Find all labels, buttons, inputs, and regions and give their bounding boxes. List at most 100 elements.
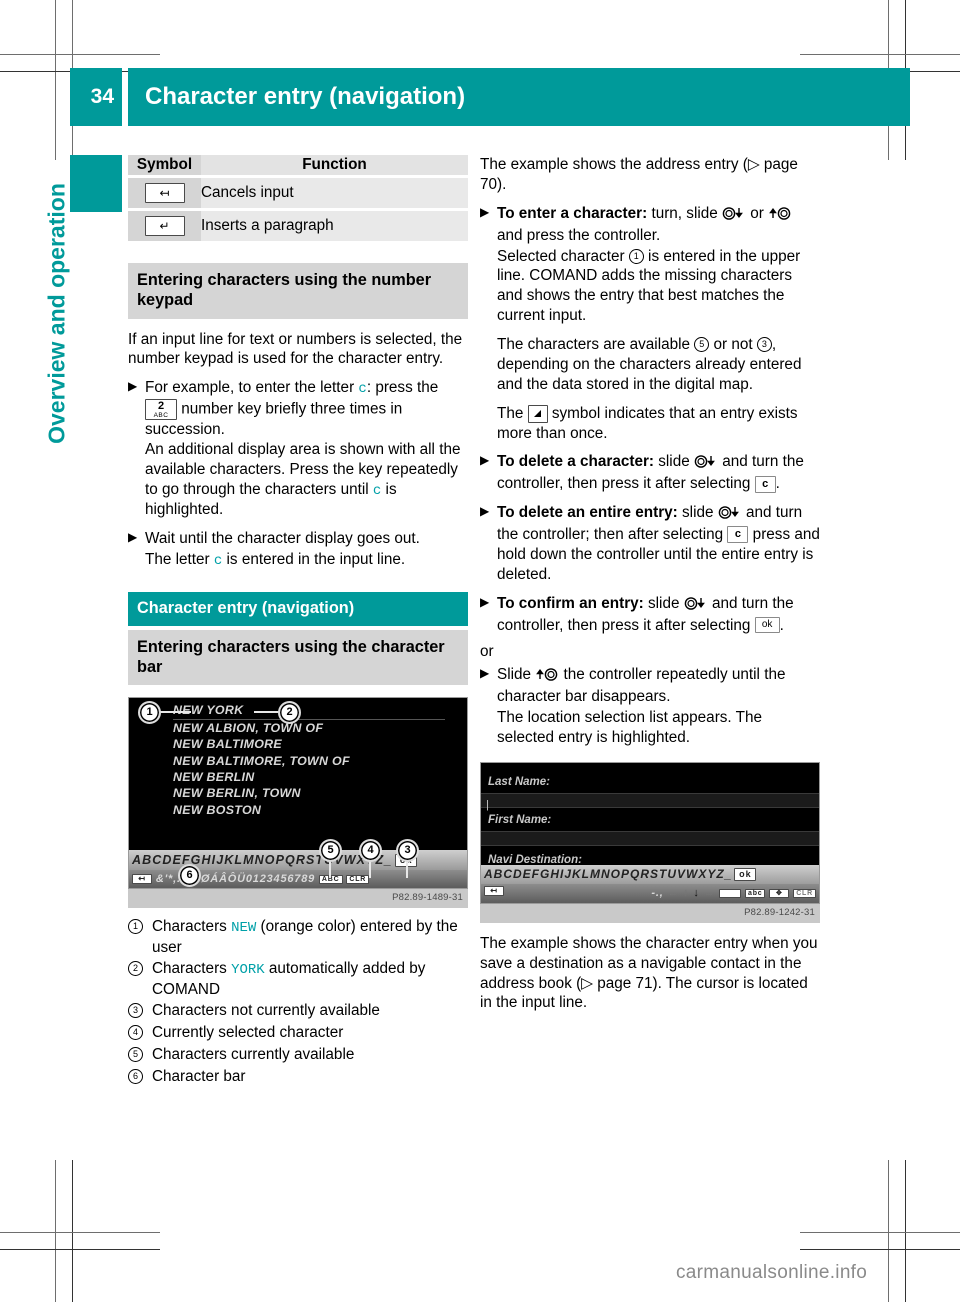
first-name-input[interactable] (481, 830, 819, 846)
comand-location-list-screenshot: NEW YORK NEW ALBION, TOWN OF NEW BALTIMO… (128, 697, 468, 909)
bullet-text: . (775, 475, 780, 493)
cancel-input-icon: ↤ (144, 182, 185, 203)
crop-mark-top-left-h (0, 54, 160, 55)
ok-key-icon[interactable]: ok (734, 868, 757, 882)
bullet-arrow-icon: ▶ (480, 453, 490, 468)
text-cursor: | (486, 798, 489, 811)
character-bar-letters: ABCDEFGHIJKLMNOPQRSTUVWXYZ_ (484, 867, 733, 882)
arrow-down-key-icon[interactable]: ↓ (693, 887, 699, 899)
bullet-text-mid: : press the (366, 379, 439, 397)
letter-c-highlight: c (358, 381, 367, 398)
back-key-icon[interactable]: ↤ (132, 874, 152, 885)
screenshot-caption: P82.89-1242-31 (744, 906, 815, 918)
last-name-input[interactable]: | (481, 792, 819, 811)
controller-slide-down-icon (718, 505, 742, 525)
bullet-to-enter-a-character: ▶ To enter a character: turn, slide or a… (480, 204, 820, 444)
or-connector: or (480, 643, 494, 661)
character-bar-row-letters[interactable]: ABCDEFGHIJKLMNOPQRSTUVWXYZ_ok (481, 865, 819, 885)
multiple-entry-symbol-icon (527, 404, 548, 423)
crop-mark-top-right-h (800, 54, 960, 55)
bullet-text: slide (654, 453, 694, 471)
bullet-for-example: ▶ For example, to enter the letter c: pr… (128, 378, 468, 520)
bullet-to-confirm-an-entry: ▶ To confirm an entry: slide and turn th… (480, 594, 820, 636)
crop-mark-bottom-left-h2 (0, 1249, 160, 1250)
arrow-left-key-icon[interactable]: ← (667, 887, 679, 899)
screenshot-caption-bar: P82.89-1242-31 (480, 903, 820, 923)
legend-text-pre: Character bar (152, 1068, 246, 1086)
page-title: Character entry (navigation) (128, 68, 910, 126)
arrow-right-key-icon[interactable]: → (703, 887, 715, 899)
bullet-to-delete-a-character: ▶ To delete a character: slide and turn … (480, 452, 820, 494)
crop-mark-bottom-right-v (888, 1160, 889, 1302)
bullet-arrow-icon: ▶ (128, 379, 138, 394)
ok-key-icon[interactable]: ok (754, 617, 780, 634)
th-function: Function (201, 155, 468, 175)
right-outro-text: The example shows the character entry wh… (480, 934, 818, 1012)
availability-text-mid: or not (709, 336, 757, 353)
field-label: Last Name: (488, 775, 550, 788)
clear-key-icon[interactable]: CLR (793, 889, 816, 899)
list-item: NEW BERLIN (173, 769, 255, 784)
section-tab-label: Overview and operation (43, 183, 70, 444)
bullet-arrow-icon: ▶ (480, 594, 490, 609)
page-header: 34 Character entry (navigation) (70, 68, 910, 126)
bullet-text: slide (677, 504, 718, 522)
paragraph-return-function: Inserts a paragraph (201, 210, 468, 241)
arrow-up-key-icon[interactable]: ↑ (683, 887, 689, 899)
crop-mark-top-left-v (55, 0, 56, 160)
heading-entering-characters-character-bar: Entering characters using the character … (128, 629, 468, 686)
th-symbol: Symbol (128, 155, 201, 175)
legend-number: 2 (128, 961, 143, 977)
right-column: The example shows the address entry (▷ p… (480, 155, 820, 1013)
heading-character-entry-navigation: Character entry (navigation) (128, 592, 468, 626)
bullet-arrow-icon: ▶ (480, 666, 490, 681)
legend-number: 1 (128, 919, 143, 935)
bullet-wait-text: Wait until the character display goes ou… (145, 530, 420, 548)
bullet-label: To delete an entire entry: (497, 504, 678, 522)
back-key-icon[interactable]: ↤ (484, 886, 504, 897)
list-item: 2 Characters YORK automatically added by … (128, 959, 468, 999)
bullet-arrow-icon: ▶ (480, 204, 490, 219)
screenshot-caption-bar: P82.89-1489-31 (128, 889, 468, 909)
delete-entry-key-icon[interactable]: c (727, 526, 749, 544)
symbols-key-icon[interactable]: ✥ (769, 889, 790, 899)
lowercase-key-icon[interactable]: abc (745, 889, 766, 899)
bullet-slide-controller: ▶ Slide the controller repeatedly until … (480, 665, 820, 748)
crop-mark-bottom-left-v2 (72, 1160, 73, 1302)
crop-mark-bottom-right-v2 (905, 1160, 906, 1302)
legend-text-pre: Characters (152, 918, 232, 936)
bullet-cont-text: The location selection list appears. The… (497, 709, 763, 746)
cancel-input-cell: ↤ (128, 177, 201, 208)
bullet-text-post: number key briefly three times in succes… (145, 400, 403, 438)
delete-character-key-icon[interactable]: c (754, 475, 776, 493)
legend-number: 4 (128, 1025, 143, 1041)
multi-entry-text-pre: The (497, 404, 528, 422)
legend-text-pre: Characters currently available (152, 1046, 355, 1064)
controller-slide-down-icon (684, 596, 708, 616)
inline-callout-5: 5 (694, 337, 710, 352)
screenshot-caption: P82.89-1489-31 (392, 892, 463, 904)
paragraph-return-cell: ↵ (128, 210, 201, 241)
bullet-cont-text: An additional display area is shown with… (145, 441, 461, 499)
legend-number: 5 (128, 1047, 143, 1063)
legend-highlight: YORK (231, 962, 265, 979)
list-item: NEW BOSTON (173, 802, 262, 817)
controller-slide-up-icon (768, 206, 792, 226)
bullet-wait-until: ▶ Wait until the character display goes … (128, 529, 468, 570)
space-key-icon[interactable] (719, 889, 742, 899)
character-bar-row-symbols[interactable]: ↤ -., ← ↑ ↓ → abc ✥ CLR (481, 884, 819, 903)
bullet-label: To confirm an entry: (497, 594, 644, 612)
controller-slide-up-icon (535, 667, 559, 687)
crop-mark-bottom-left-h (0, 1232, 160, 1233)
legend-text-pre: Characters (152, 960, 232, 978)
comand-address-book-screenshot: Last Name: | First Name: Navi Destinatio… (480, 761, 820, 923)
clear-key-icon[interactable]: CLR (346, 874, 370, 884)
bullet-label: To delete a character: (497, 453, 654, 471)
bullet-text-pre: For example, to enter the letter (145, 379, 359, 397)
crop-mark-bottom-right-h (800, 1232, 960, 1233)
table-row: ↵ Inserts a paragraph (128, 210, 468, 241)
bullet-arrow-icon: ▶ (480, 504, 490, 519)
screenshot-legend-list: 1 Characters NEW (orange color) entered b… (128, 917, 468, 1087)
selected-char-text-pre: Selected character (497, 247, 629, 265)
inline-callout-1: 1 (628, 248, 644, 264)
